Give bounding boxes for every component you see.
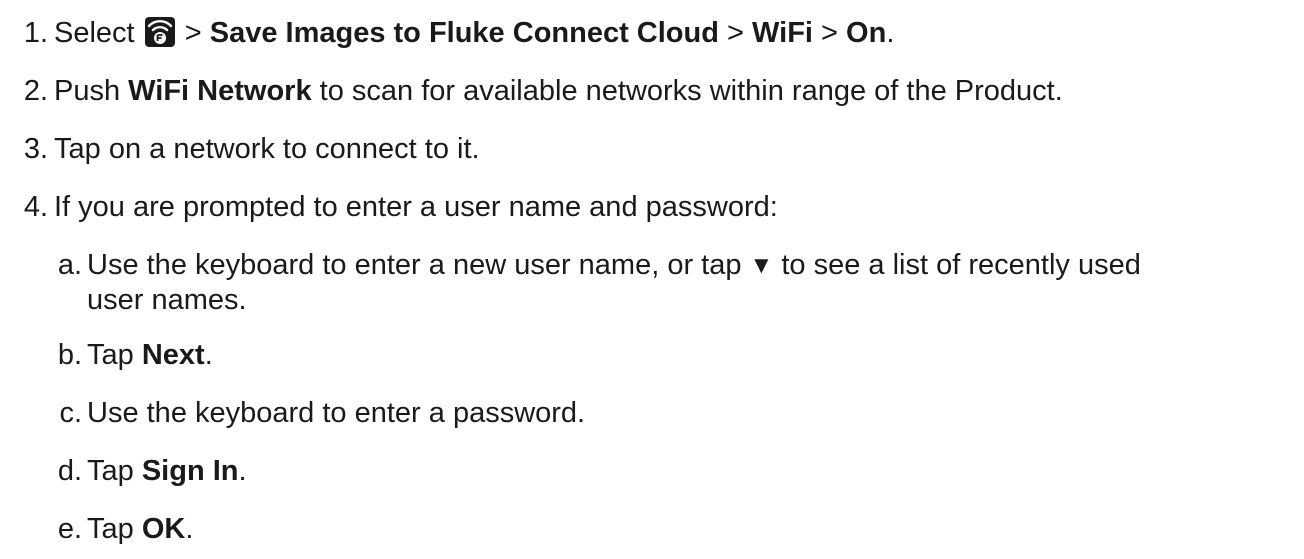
wifi-network-label: WiFi Network [128, 75, 312, 107]
step-text-post: to scan for available networks within ra… [311, 75, 1063, 107]
substep-text: Tap Next. [87, 338, 213, 372]
step-verb: Select [54, 17, 135, 49]
menu-path-on: On [846, 17, 887, 49]
step-number: 2. [23, 75, 48, 107]
menu-separator: > [176, 17, 210, 49]
step-text: Tap on a network to connect to it. [54, 133, 480, 165]
substep-text: Tap Sign In. [87, 454, 247, 488]
substep-text-pre: Tap [87, 513, 142, 545]
substep-text-pre: Use the keyboard to enter a new user nam… [87, 249, 750, 281]
substep-letter: c. [59, 397, 82, 429]
substep-text-post: . [204, 339, 213, 371]
menu-separator: > [812, 17, 847, 49]
ok-label: OK [141, 513, 186, 545]
substep-letter: e. [57, 513, 82, 545]
dropdown-triangle-icon: ▼ [749, 252, 774, 279]
step-text: Push WiFi Network to scan for available … [54, 74, 1063, 108]
substep-text: Tap OK. [87, 512, 193, 546]
step-text: Select > Save Images to Fluke Connect Cl… [54, 16, 894, 50]
substep-text-post: . [238, 455, 247, 487]
step-number: 3. [23, 133, 48, 165]
substep-letter: d. [57, 455, 82, 487]
sign-in-label: Sign In [141, 455, 239, 487]
menu-path-wifi: WiFi [752, 17, 813, 49]
substep-text-line2: user names. [87, 284, 247, 316]
step-number: 4. [23, 191, 48, 223]
step-text: If you are prompted to enter a user name… [54, 191, 778, 223]
wifi-settings-icon [144, 17, 175, 47]
menu-path-save-images: Save Images to Fluke Connect Cloud [209, 17, 719, 49]
substep-text-pre: Tap [87, 339, 142, 371]
substep-text-post: to see a list of recently used [773, 249, 1141, 281]
menu-separator: > [718, 17, 753, 49]
step-end: . [886, 17, 895, 49]
substep-text: Use the keyboard to enter a new user nam… [87, 248, 1141, 317]
step-number: 1. [23, 17, 48, 49]
next-label: Next [141, 339, 205, 371]
substep-letter: a. [57, 249, 82, 281]
substep-text-pre: Tap [87, 455, 142, 487]
substep-letter: b. [57, 339, 82, 371]
substep-text: Use the keyboard to enter a password. [87, 397, 586, 429]
substep-text-post: . [185, 513, 194, 545]
step-text-pre: Push [54, 75, 129, 107]
